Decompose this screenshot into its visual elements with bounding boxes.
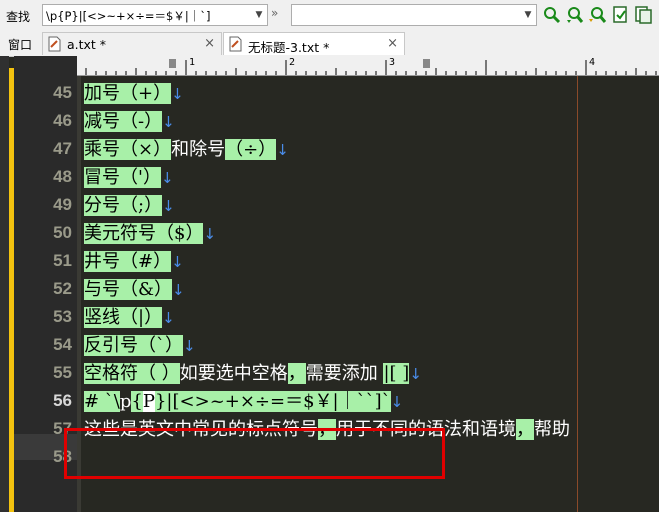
swap-icon[interactable]: » <box>271 6 278 20</box>
ruler-label: 1 <box>189 57 196 68</box>
editor-line[interactable]: 与号（&）↓ <box>84 278 185 301</box>
match-highlight: 空格符（ ） <box>84 363 180 384</box>
editor-line[interactable]: 乘号（×）和除号（÷）↓ <box>84 138 289 161</box>
line-number: 52 <box>53 279 72 298</box>
line-break-arrow-icon: ↓ <box>160 169 174 187</box>
match-highlight: 冒号（'） <box>84 167 161 188</box>
match-highlight: { <box>131 391 143 412</box>
find-label: 查找 <box>6 10 31 24</box>
match-highlight: 反引号（`） <box>84 335 183 356</box>
line-number: 51 <box>53 251 72 270</box>
line-break-arrow-icon: ↓ <box>409 365 422 383</box>
line-number: 50 <box>53 223 72 242</box>
editor-line[interactable]: 冒号（'）↓ <box>84 166 174 189</box>
find-input-value: \p{P}|[<>~+×÷=＝$￥|｜`] <box>46 9 211 23</box>
ruler-ticks <box>85 59 657 75</box>
replace-input[interactable]: ▼ <box>291 4 537 26</box>
line-text: 需要添加 <box>305 363 384 384</box>
replace-dropdown-icon[interactable]: ▼ <box>520 5 536 25</box>
line-text: 如要选中空格 <box>179 363 288 384</box>
match-highlight: 加号（+） <box>84 83 172 104</box>
line-break-arrow-icon: ↓ <box>162 197 175 215</box>
line-number: 54 <box>53 335 72 354</box>
find-input[interactable]: \p{P}|[<>~+×÷=＝$￥|｜`] ▼ <box>42 4 268 26</box>
annotation-highlight-box <box>64 428 445 479</box>
line-number: 53 <box>53 307 72 326</box>
match-highlight: ， <box>516 419 534 440</box>
tab-bar: 窗口 a.txt * × 无标题-3.txt * × <box>0 31 659 57</box>
find-next-icon[interactable] <box>565 5 585 25</box>
line-break-arrow-icon: ↓ <box>171 253 184 271</box>
tab-title: a.txt * <box>67 37 107 52</box>
editor-line[interactable]: 反引号（`）↓ <box>84 334 196 357</box>
match-highlight: 井号（#） <box>84 251 172 272</box>
match-highlight: }|[<>~+×÷=＝$￥|｜``]` <box>154 391 391 412</box>
editor-line[interactable]: 减号（-）↓ <box>84 110 175 133</box>
tab-close-icon[interactable]: × <box>204 36 215 51</box>
line-break-arrow-icon: ↓ <box>171 85 184 103</box>
line-text: 和除号 <box>171 139 226 160</box>
tab-untitled-3[interactable]: 无标题-3.txt * × <box>223 32 405 55</box>
match-highlight: 分号（;） <box>84 195 163 216</box>
selected-text: P <box>142 391 155 412</box>
line-break-arrow-icon: ↓ <box>390 393 404 411</box>
editor-line[interactable]: 美元符号（$）↓ <box>84 222 216 245</box>
editor-line[interactable]: # `\p{P}|[<>~+×÷=＝$￥|｜``]`↓ <box>84 390 403 413</box>
line-text: 帮助 <box>534 419 570 440</box>
find-dropdown-icon[interactable]: ▼ <box>251 5 267 25</box>
line-number: 55 <box>53 363 72 382</box>
tab-a-txt[interactable]: a.txt * × <box>42 32 222 55</box>
line-break-arrow-icon: ↓ <box>162 309 175 327</box>
line-text: p <box>119 391 132 412</box>
side-strip <box>0 56 9 512</box>
file-icon <box>48 36 61 52</box>
find-prev-icon[interactable] <box>542 5 562 25</box>
match-highlight: 乘号（×） <box>84 139 172 160</box>
line-break-arrow-icon: ↓ <box>203 225 217 243</box>
tab-close-icon[interactable]: × <box>387 36 398 51</box>
match-highlight: |[ ] <box>383 363 410 384</box>
find-all-icon[interactable] <box>588 5 608 25</box>
ruler-label: 4 <box>589 57 596 68</box>
line-number: 49 <box>53 195 72 214</box>
line-number: 47 <box>53 139 72 158</box>
column-ruler: 1 2 3 4 <box>77 56 659 76</box>
editor-line[interactable]: 加号（+）↓ <box>84 82 184 105</box>
file-icon <box>229 36 242 52</box>
ruler-label: 3 <box>389 57 396 68</box>
editor-line[interactable]: 井号（#）↓ <box>84 250 184 273</box>
match-highlight: 与号（&） <box>84 279 173 300</box>
editor-line[interactable]: 竖线（|）↓ <box>84 306 175 329</box>
ruler-label: 2 <box>289 57 296 68</box>
replace-all-icon[interactable] <box>634 5 654 25</box>
find-toolbar: 查找 \p{P}|[<>~+×÷=＝$￥|｜`] ▼ » ▼ <box>0 0 659 32</box>
edge-guide-line <box>577 76 578 512</box>
line-number: 48 <box>53 167 72 186</box>
match-highlight: # `\ <box>84 391 120 412</box>
line-break-arrow-icon: ↓ <box>276 141 289 159</box>
replace-icon[interactable] <box>611 5 631 25</box>
editor-line[interactable]: 分号（;）↓ <box>84 194 175 217</box>
line-break-arrow-icon: ↓ <box>172 281 185 299</box>
line-number: 45 <box>53 83 72 102</box>
line-number: 56 <box>53 391 72 410</box>
line-number: 46 <box>53 111 72 130</box>
editor-line[interactable]: 空格符（ ）如要选中空格，需要添加 |[ ]↓ <box>84 362 422 385</box>
match-highlight: （÷） <box>225 139 277 160</box>
line-break-arrow-icon: ↓ <box>183 337 196 355</box>
tab-title: 无标题-3.txt * <box>248 40 330 55</box>
match-highlight: 减号（-） <box>84 111 163 132</box>
match-highlight: 竖线（|） <box>84 307 163 328</box>
line-break-arrow-icon: ↓ <box>162 113 175 131</box>
window-menu-label[interactable]: 窗口 <box>8 36 32 53</box>
match-highlight: 美元符号（$） <box>84 223 204 244</box>
match-highlight: ， <box>287 363 306 384</box>
